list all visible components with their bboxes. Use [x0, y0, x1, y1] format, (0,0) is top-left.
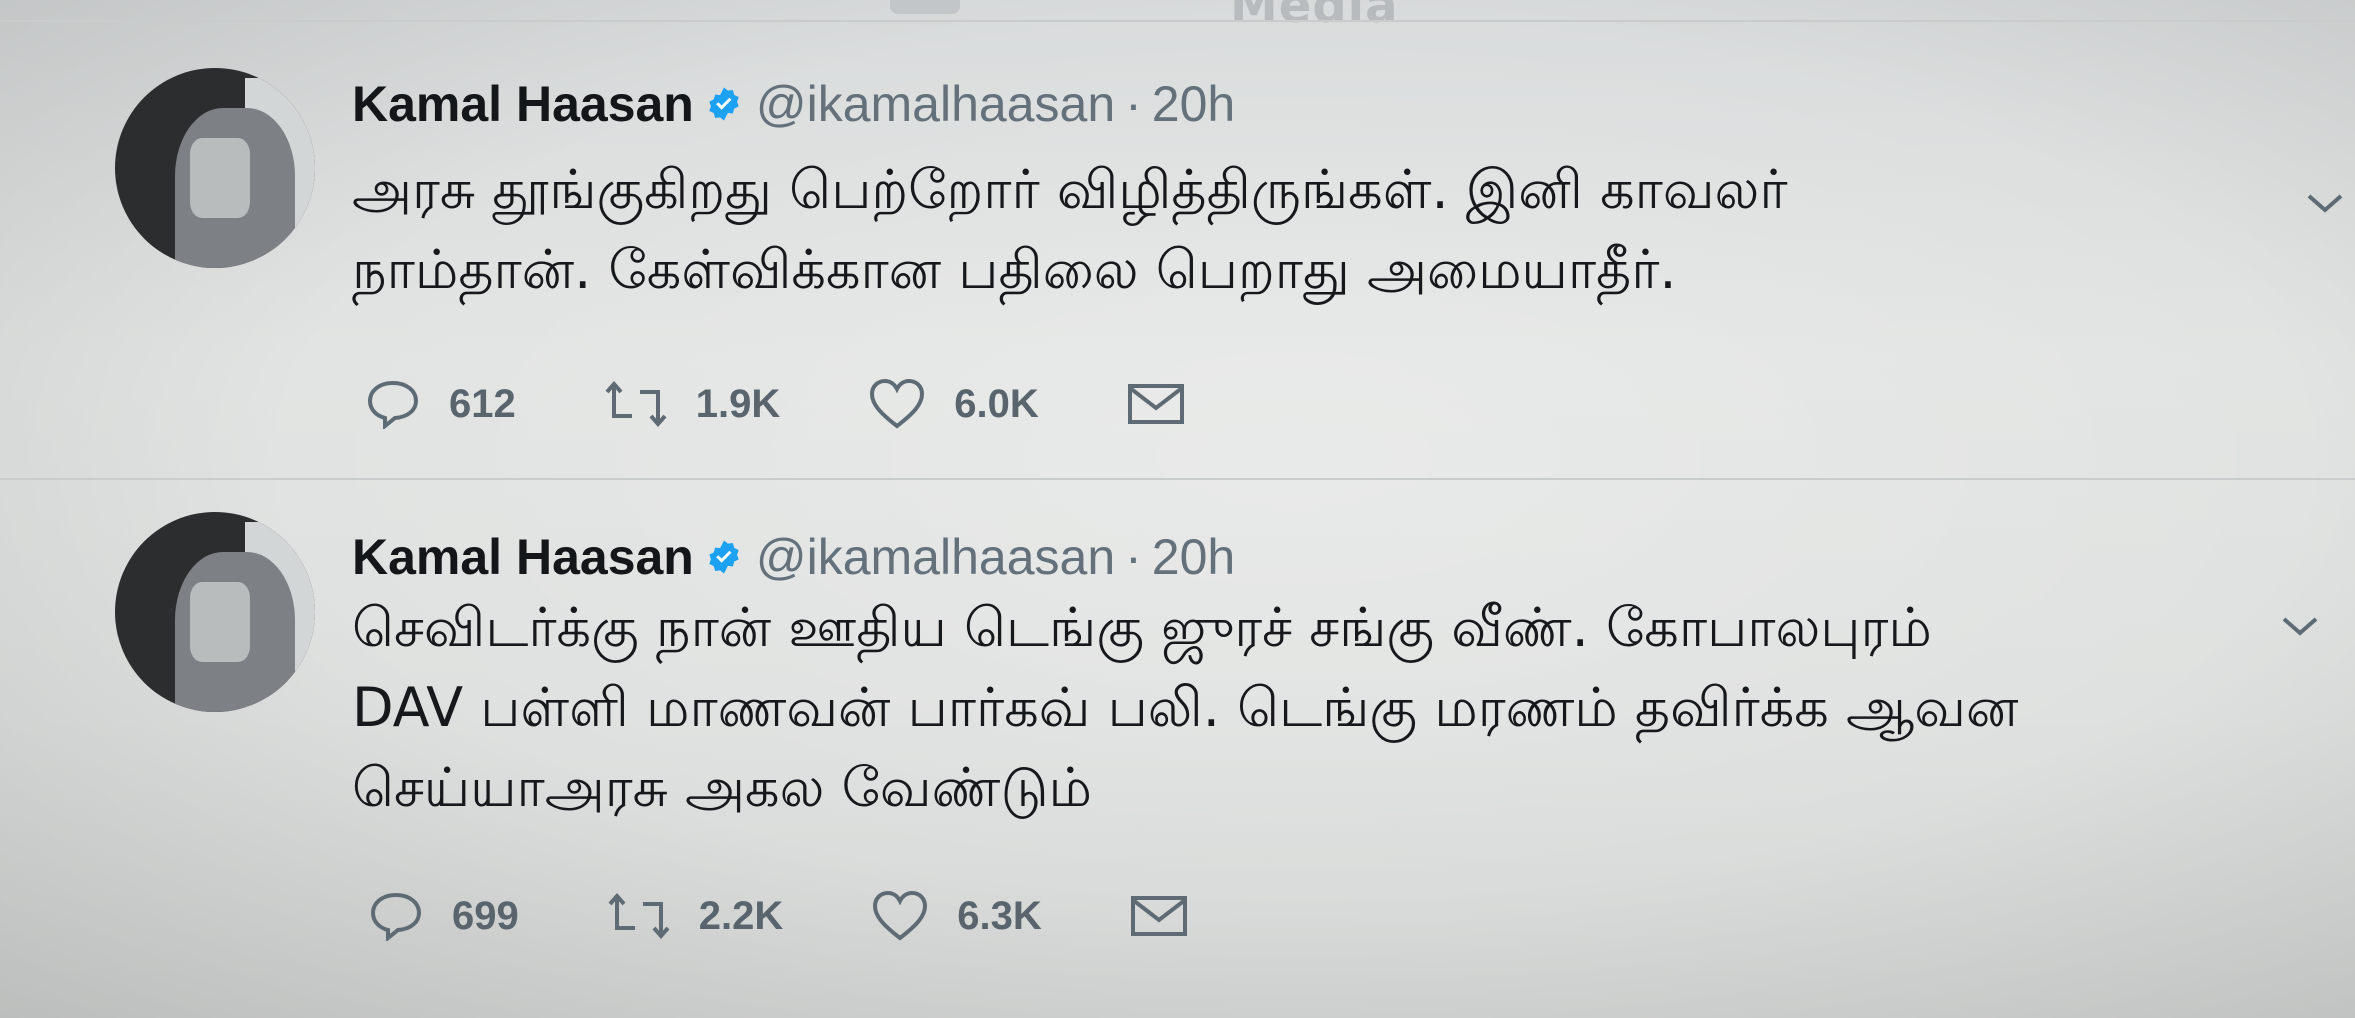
verified-badge-icon — [709, 87, 739, 121]
tweet-actions: 612 1.9K 6.0K — [365, 378, 1273, 430]
retweet-button[interactable]: 2.2K — [607, 892, 784, 940]
heart-icon — [870, 378, 925, 429]
tweet-header: Kamal Haasan @ikamalhaasan · 20h — [352, 528, 1235, 586]
retweet-button[interactable]: 1.9K — [604, 380, 781, 428]
retweet-icon — [608, 892, 670, 940]
timestamp[interactable]: 20h — [1152, 75, 1235, 133]
avatar[interactable] — [115, 68, 315, 268]
retweet-count: 2.2K — [698, 893, 784, 938]
author-name[interactable]: Kamal Haasan — [352, 528, 694, 586]
retweet-icon — [605, 380, 667, 428]
envelope-icon — [1127, 384, 1184, 424]
like-count: 6.0K — [954, 381, 1039, 426]
heart-icon — [873, 890, 928, 941]
reply-button[interactable]: 699 — [368, 891, 519, 941]
tweet-actions: 699 2.2K 6.3K — [368, 890, 1276, 942]
tweet[interactable]: Kamal Haasan @ikamalhaasan · 20h அரசு தூ… — [0, 0, 2355, 480]
reply-count: 612 — [449, 381, 516, 426]
chevron-down-icon[interactable] — [2280, 615, 2320, 639]
author-handle[interactable]: @ikamalhaasan — [756, 75, 1115, 133]
verified-badge-icon — [709, 540, 739, 574]
like-button[interactable]: 6.0K — [868, 378, 1039, 430]
meta-separator: · — [1125, 76, 1142, 132]
retweet-count: 1.9K — [695, 381, 781, 426]
tweet-text: செவிடர்க்கு நான் ஊதிய டெங்கு ஜுரச் சங்கு… — [352, 596, 2019, 819]
reply-icon — [367, 380, 419, 429]
meta-separator: · — [1125, 529, 1142, 585]
direct-message-button[interactable] — [1127, 382, 1185, 426]
tweet-header: Kamal Haasan @ikamalhaasan · 20h — [352, 75, 1235, 133]
like-count: 6.3K — [957, 893, 1042, 938]
author-name[interactable]: Kamal Haasan — [352, 75, 694, 133]
timestamp[interactable]: 20h — [1152, 528, 1235, 586]
tweet-text: அரசு தூங்குகிறது பெற்றோர் விழித்திருங்கள… — [352, 158, 1788, 301]
chevron-down-icon[interactable] — [2305, 192, 2345, 216]
reply-button[interactable]: 612 — [365, 379, 516, 429]
avatar[interactable] — [115, 512, 315, 712]
reply-count: 699 — [452, 893, 519, 938]
reply-icon — [370, 892, 422, 941]
author-handle[interactable]: @ikamalhaasan — [756, 528, 1115, 586]
like-button[interactable]: 6.3K — [871, 890, 1042, 942]
tweet[interactable]: Kamal Haasan @ikamalhaasan · 20h செவிடர்… — [0, 480, 2355, 1018]
direct-message-button[interactable] — [1130, 894, 1188, 938]
envelope-icon — [1130, 896, 1187, 936]
